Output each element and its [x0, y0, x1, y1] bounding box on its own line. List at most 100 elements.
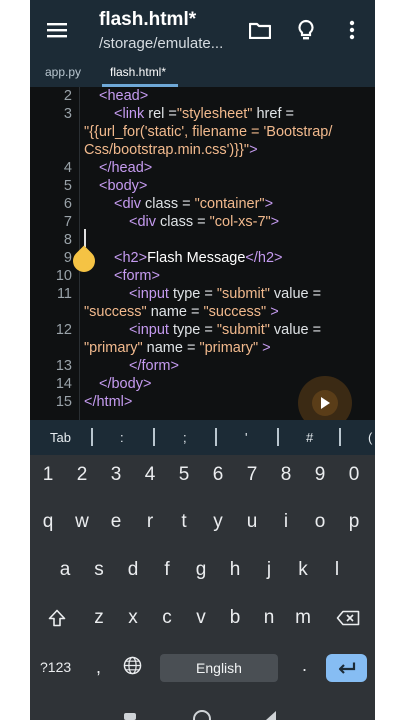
key-5[interactable]: 5: [169, 464, 199, 486]
key-s[interactable]: s: [84, 559, 114, 581]
backspace-icon: [336, 610, 360, 626]
system-nav-bar: [30, 705, 375, 720]
code-token: "primary": [84, 340, 143, 356]
enter-key[interactable]: [326, 654, 367, 682]
code-token: value =: [269, 286, 322, 302]
code-line: 13 </form>: [30, 357, 375, 375]
key-a[interactable]: a: [50, 559, 80, 581]
extra-key-tab[interactable]: Tab: [50, 430, 71, 445]
key-t[interactable]: t: [169, 511, 199, 533]
enter-icon: [338, 662, 355, 674]
key-c[interactable]: c: [152, 607, 182, 629]
line-number: 15: [55, 394, 72, 410]
code-line: 11 <input type = "submit" value =: [30, 285, 375, 303]
key-i[interactable]: i: [271, 511, 301, 533]
code-line: 2 <head>: [30, 87, 375, 105]
tab-flash-html[interactable]: flash.html*: [110, 65, 166, 79]
key-z[interactable]: z: [84, 607, 114, 629]
recents-icon[interactable]: [124, 713, 136, 720]
key-h[interactable]: h: [220, 559, 250, 581]
lightbulb-icon[interactable]: [291, 15, 321, 45]
key-q[interactable]: q: [33, 511, 63, 533]
code-token: <h2>: [114, 250, 148, 266]
code-editor[interactable]: 2 <head> 3 <link rel ="stylesheet" href …: [30, 87, 375, 420]
key-0[interactable]: 0: [339, 464, 369, 486]
language-key[interactable]: [123, 656, 142, 678]
symbols-key[interactable]: ?123: [40, 659, 71, 675]
menu-icon[interactable]: [42, 15, 72, 45]
line-number: 13: [55, 358, 72, 374]
key-7[interactable]: 7: [237, 464, 267, 486]
code-token: "primary": [195, 340, 259, 356]
code-line: 6 <div class = "container">: [30, 195, 375, 213]
key-j[interactable]: j: [254, 559, 284, 581]
code-token: name =: [146, 304, 200, 320]
backspace-key[interactable]: [333, 610, 363, 632]
code-token: <form>: [114, 268, 160, 284]
code-token: </head>: [99, 160, 153, 176]
key-x[interactable]: x: [118, 607, 148, 629]
extra-key-semicolon[interactable]: ;: [183, 430, 187, 445]
key-e[interactable]: e: [101, 511, 131, 533]
app-bar: flash.html* /storage/emulate...: [30, 0, 375, 60]
key-n[interactable]: n: [254, 607, 284, 629]
more-vert-icon[interactable]: [337, 15, 367, 45]
key-g[interactable]: g: [186, 559, 216, 581]
key-4[interactable]: 4: [135, 464, 165, 486]
divider: [215, 428, 217, 446]
key-1[interactable]: 1: [33, 464, 63, 486]
code-token: "success": [84, 304, 147, 320]
key-2[interactable]: 2: [67, 464, 97, 486]
key-f[interactable]: f: [152, 559, 182, 581]
period-key[interactable]: .: [302, 655, 307, 676]
code-token: "stylesheet": [176, 106, 253, 122]
key-9[interactable]: 9: [305, 464, 335, 486]
code-token: class =: [141, 196, 191, 212]
key-m[interactable]: m: [288, 607, 318, 629]
key-d[interactable]: d: [118, 559, 148, 581]
extra-key-quote[interactable]: ': [245, 430, 247, 445]
home-icon[interactable]: [193, 710, 211, 720]
code-token: <link: [114, 106, 145, 122]
key-u[interactable]: u: [237, 511, 267, 533]
key-v[interactable]: v: [186, 607, 216, 629]
code-token: >: [258, 340, 271, 356]
code-token: <div: [129, 214, 157, 230]
back-icon[interactable]: [266, 711, 276, 720]
folder-icon[interactable]: [245, 15, 275, 45]
key-r[interactable]: r: [135, 511, 165, 533]
code-token: class =: [156, 214, 206, 230]
comma-key[interactable]: ,: [96, 657, 101, 678]
extra-key-colon[interactable]: :: [120, 430, 124, 445]
code-line-wrap: "success" name = "success" >: [30, 303, 375, 321]
shift-key[interactable]: [42, 609, 72, 633]
key-6[interactable]: 6: [203, 464, 233, 486]
key-o[interactable]: o: [305, 511, 335, 533]
shift-icon: [48, 609, 66, 627]
key-y[interactable]: y: [203, 511, 233, 533]
play-icon: [312, 390, 338, 416]
code-line: 4 </head>: [30, 159, 375, 177]
space-key[interactable]: English: [160, 654, 278, 682]
tab-app-py[interactable]: app.py: [45, 65, 81, 79]
line-number: 2: [63, 88, 72, 104]
code-token: "submit": [212, 322, 270, 338]
extra-key-hash[interactable]: #: [306, 430, 313, 445]
divider: [277, 428, 279, 446]
extra-key-paren[interactable]: (: [368, 430, 372, 445]
code-token: >: [270, 214, 280, 230]
key-l[interactable]: l: [322, 559, 352, 581]
code-token: <input: [129, 322, 169, 338]
key-w[interactable]: w: [67, 511, 97, 533]
key-8[interactable]: 8: [271, 464, 301, 486]
key-k[interactable]: k: [288, 559, 318, 581]
code-token: href =: [252, 106, 294, 122]
line-number: 6: [63, 196, 72, 212]
code-token: </h2>: [245, 250, 283, 266]
key-b[interactable]: b: [220, 607, 250, 629]
file-tabs: app.py flash.html*: [30, 60, 375, 87]
code-token: rel =: [144, 106, 177, 122]
line-number: 11: [56, 286, 72, 302]
key-p[interactable]: p: [339, 511, 369, 533]
key-3[interactable]: 3: [101, 464, 131, 486]
